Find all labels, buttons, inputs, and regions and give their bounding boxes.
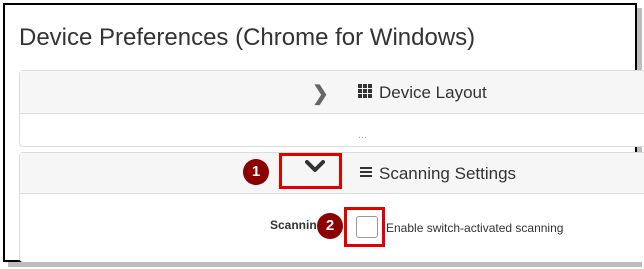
grid-icon — [358, 84, 372, 98]
chevron-right-icon[interactable]: ❯ — [312, 81, 329, 106]
list-icon — [360, 167, 372, 178]
scanning-row-label: Scannin — [270, 218, 317, 232]
device-layout-panel: ❯ Device Layout ... — [19, 70, 644, 147]
page-title: Device Preferences (Chrome for Windows) — [19, 24, 476, 51]
scanning-settings-label: Scanning Settings — [379, 164, 517, 183]
device-layout-label: Device Layout — [379, 83, 487, 102]
step-badge-2: 2 — [317, 213, 343, 239]
device-layout-header[interactable]: ❯ Device Layout — [20, 71, 644, 114]
collapsed-ellipsis: ... — [358, 129, 368, 141]
step-badge-1: 1 — [243, 159, 269, 185]
scanning-checkbox[interactable] — [356, 216, 378, 238]
chevron-down-icon[interactable] — [305, 160, 325, 174]
scanning-checkbox-label[interactable]: Enable switch-activated scanning — [386, 221, 563, 235]
